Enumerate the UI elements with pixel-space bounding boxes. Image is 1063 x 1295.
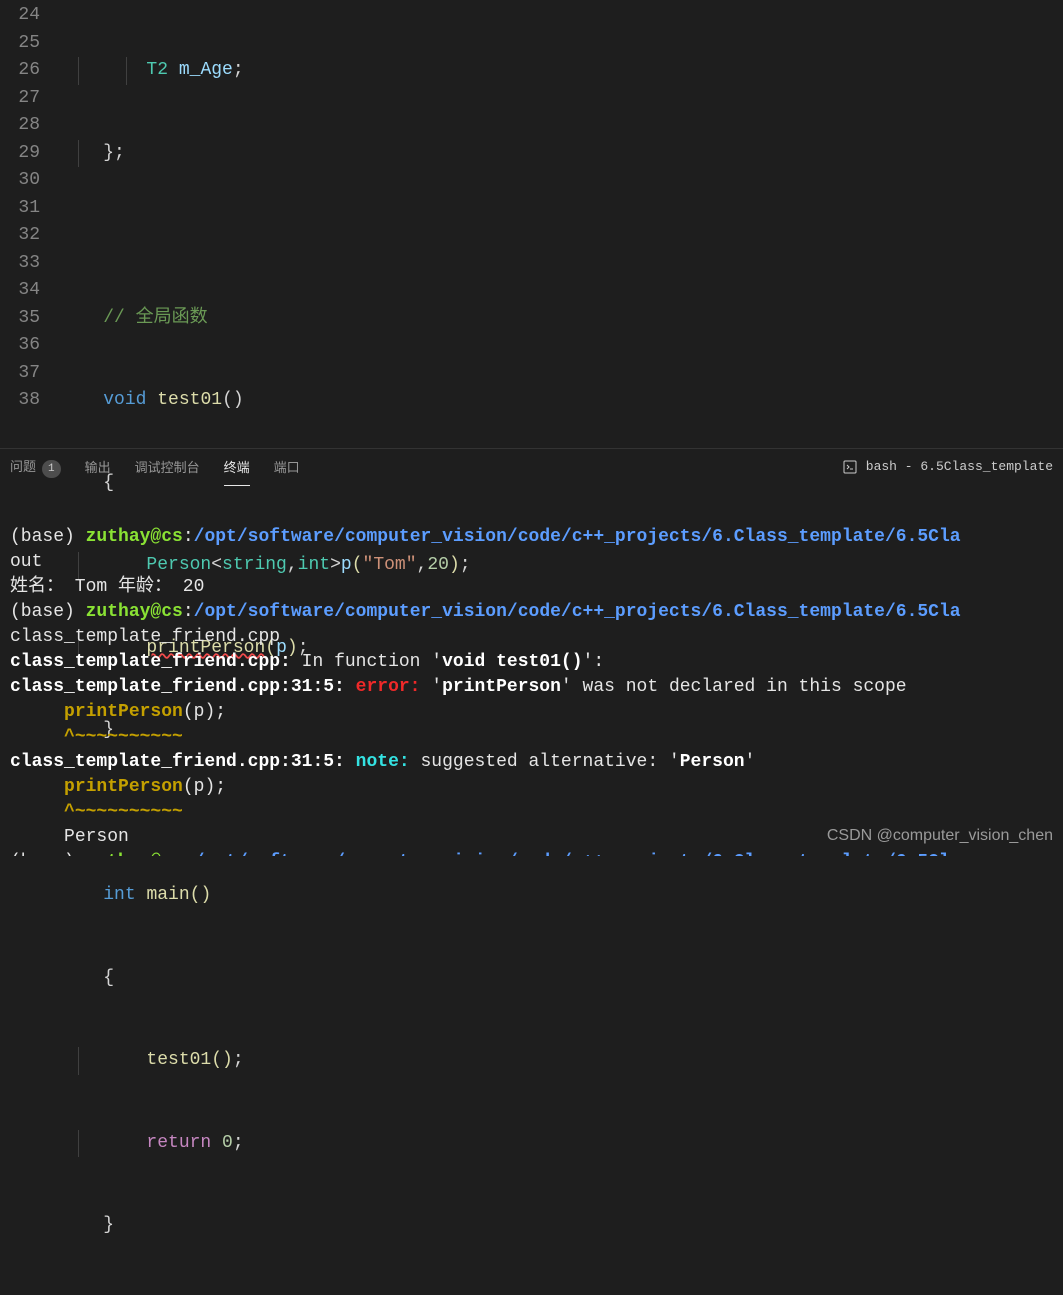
- tab-output[interactable]: 输出: [85, 449, 111, 484]
- terminal-text: ': [745, 752, 756, 772]
- problems-badge: 1: [42, 460, 61, 478]
- tab-label: 问题: [10, 460, 36, 475]
- type-token: T2: [146, 60, 168, 80]
- error-caret: ^~~~~~~~~~~: [64, 727, 183, 747]
- prompt-sep: :: [183, 602, 194, 622]
- line-number: 25: [0, 30, 40, 58]
- prompt-user: zuthay@cs: [86, 602, 183, 622]
- comment: // 全局函数: [103, 308, 207, 328]
- keyword: int: [103, 885, 135, 905]
- number-token: 0: [222, 1133, 233, 1153]
- prompt-path: /opt/software/computer_vision/code/c++_p…: [194, 852, 961, 856]
- keyword: return: [146, 1133, 211, 1153]
- prompt-user: zuthay@cs: [86, 527, 183, 547]
- error-caret: ^~~~~~~~~~~: [64, 802, 183, 822]
- terminal-text: In function ': [291, 652, 442, 672]
- note-symbol: Person: [680, 752, 745, 772]
- line-number: 29: [0, 140, 40, 168]
- line-number: 38: [0, 387, 40, 415]
- prompt-base: (base): [10, 852, 86, 856]
- code-editor[interactable]: 24 25 26 27 28 29 30 31 32 33 34 35 36 3…: [0, 0, 1063, 448]
- prompt-path: /opt/software/computer_vision/code/c++_p…: [194, 602, 961, 622]
- tab-label: 终端: [224, 461, 250, 476]
- line-number: 30: [0, 167, 40, 195]
- code-area[interactable]: T2 m_Age; }; // 全局函数 void test01() { Per…: [60, 0, 1063, 448]
- panel-tabs: 问题 1 输出 调试控制台 终端 端口 bash - 6.5Class_templ…: [0, 449, 1063, 484]
- prompt-sep: :: [183, 852, 194, 856]
- prompt-base: (base): [10, 527, 86, 547]
- error-symbol: printPerson: [442, 677, 561, 697]
- function-name: main: [146, 885, 189, 905]
- terminal-text: (p);: [183, 702, 226, 722]
- keyword: void: [103, 390, 146, 410]
- note-message: suggested alternative: ': [410, 752, 680, 772]
- bash-icon: [842, 459, 858, 475]
- shell-label: bash - 6.5Class_template: [866, 459, 1053, 474]
- function-call: test01: [146, 1050, 211, 1070]
- tab-ports[interactable]: 端口: [274, 449, 300, 484]
- terminal-output[interactable]: (base) zuthay@cs:/opt/software/computer_…: [0, 484, 1063, 856]
- error-snippet: printPerson: [64, 777, 183, 797]
- line-number: 32: [0, 222, 40, 250]
- tab-terminal[interactable]: 终端: [224, 449, 250, 484]
- compiler-location: class_template_friend.cpp:31:5:: [10, 752, 345, 772]
- line-gutter: 24 25 26 27 28 29 30 31 32 33 34 35 36 3…: [0, 0, 60, 448]
- compiler-location: class_template_friend.cpp:31:5:: [10, 677, 345, 697]
- tab-label: 端口: [274, 461, 300, 476]
- terminal-text: (p);: [183, 777, 226, 797]
- error-snippet: printPerson: [64, 702, 183, 722]
- tab-problems[interactable]: 问题 1: [10, 448, 61, 486]
- terminal-shell-selector[interactable]: bash - 6.5Class_template: [842, 459, 1053, 475]
- prompt-sep: :: [183, 527, 194, 547]
- line-number: 37: [0, 360, 40, 388]
- watermark: CSDN @computer_vision_chen: [827, 823, 1053, 848]
- prompt-user: zuthay@cs: [86, 852, 183, 856]
- line-number: 36: [0, 332, 40, 360]
- error-label: error:: [356, 677, 421, 697]
- var-token: m_Age: [179, 60, 233, 80]
- line-number: 35: [0, 305, 40, 333]
- line-number: 24: [0, 2, 40, 30]
- program-output: 姓名： Tom 年龄： 20: [10, 577, 204, 597]
- tab-debug-console[interactable]: 调试控制台: [135, 449, 200, 484]
- line-number: 28: [0, 112, 40, 140]
- note-label: note:: [356, 752, 410, 772]
- line-number: 27: [0, 85, 40, 113]
- tab-label: 调试控制台: [135, 461, 200, 476]
- terminal-text: class_template_friend.cpp: [10, 627, 280, 647]
- line-number: 26: [0, 57, 40, 85]
- error-message: ' was not declared in this scope: [561, 677, 907, 697]
- prompt-base: (base): [10, 602, 86, 622]
- compiler-function: void test01(): [442, 652, 582, 672]
- terminal-text: ': [420, 677, 442, 697]
- terminal-text: out: [10, 552, 42, 572]
- prompt-path: /opt/software/computer_vision/code/c++_p…: [194, 527, 961, 547]
- line-number: 33: [0, 250, 40, 278]
- line-number: 31: [0, 195, 40, 223]
- line-number: 34: [0, 277, 40, 305]
- function-name: test01: [157, 390, 222, 410]
- bottom-panel: 问题 1 输出 调试控制台 终端 端口 bash - 6.5Class_templ…: [0, 448, 1063, 856]
- suggestion: Person: [64, 827, 129, 847]
- tab-label: 输出: [85, 461, 111, 476]
- compiler-file: class_template_friend.cpp:: [10, 652, 291, 672]
